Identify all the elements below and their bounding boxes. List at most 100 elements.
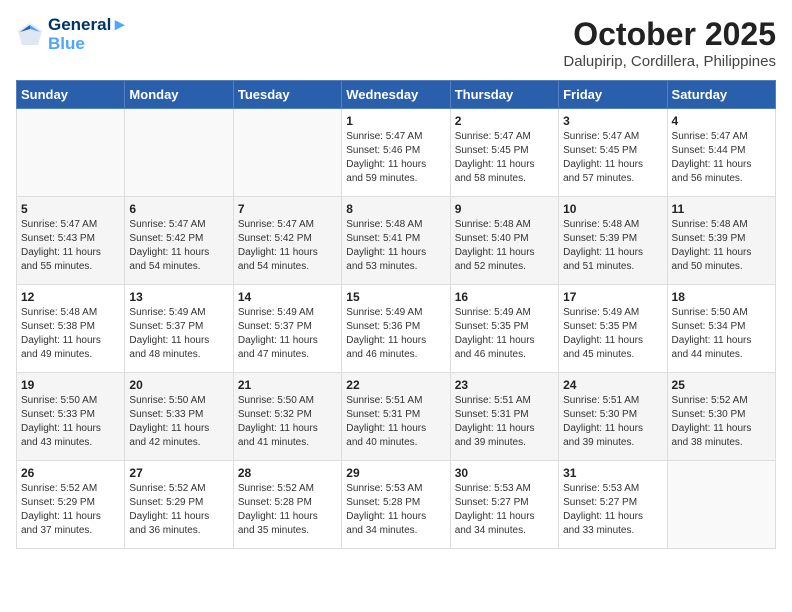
cell-sun-info: Sunrise: 5:47 AM Sunset: 5:46 PM Dayligh… <box>346 130 445 186</box>
day-number: 11 <box>672 202 771 216</box>
calendar-cell: 13 Sunrise: 5:49 AM Sunset: 5:37 PM Dayli… <box>125 285 233 373</box>
cell-sun-info: Sunrise: 5:50 AM Sunset: 5:33 PM Dayligh… <box>129 394 228 450</box>
cell-sun-info: Sunrise: 5:49 AM Sunset: 5:37 PM Dayligh… <box>238 306 337 362</box>
calendar-cell <box>17 109 125 197</box>
calendar-cell <box>667 461 775 549</box>
cell-sun-info: Sunrise: 5:48 AM Sunset: 5:39 PM Dayligh… <box>563 218 662 274</box>
day-number: 10 <box>563 202 662 216</box>
day-number: 3 <box>563 114 662 128</box>
calendar-cell: 30 Sunrise: 5:53 AM Sunset: 5:27 PM Dayli… <box>450 461 558 549</box>
logo-text: General► Blue <box>48 16 128 53</box>
day-number: 18 <box>672 290 771 304</box>
calendar-cell: 21 Sunrise: 5:50 AM Sunset: 5:32 PM Dayli… <box>233 373 341 461</box>
cell-sun-info: Sunrise: 5:52 AM Sunset: 5:28 PM Dayligh… <box>238 482 337 538</box>
calendar-week-row: 5Sunrise: 5:47 AM Sunset: 5:43 PM Daylig… <box>17 197 776 285</box>
logo-icon <box>16 21 44 49</box>
day-number: 31 <box>563 466 662 480</box>
day-of-week-header: Friday <box>559 81 667 109</box>
location: Dalupirip, Cordillera, Philippines <box>563 53 776 70</box>
page-header: General► Blue October 2025 Dalupirip, Co… <box>16 16 776 70</box>
calendar-week-row: 12 Sunrise: 5:48 AM Sunset: 5:38 PM Dayli… <box>17 285 776 373</box>
calendar-cell: 15Sunrise: 5:49 AM Sunset: 5:36 PM Dayli… <box>342 285 450 373</box>
day-number: 15 <box>346 290 445 304</box>
day-number: 27 <box>129 466 228 480</box>
cell-sun-info: Sunrise: 5:49 AM Sunset: 5:35 PM Dayligh… <box>563 306 662 362</box>
calendar-cell: 28Sunrise: 5:52 AM Sunset: 5:28 PM Dayli… <box>233 461 341 549</box>
calendar-header-row: SundayMondayTuesdayWednesdayThursdayFrid… <box>17 81 776 109</box>
day-number: 7 <box>238 202 337 216</box>
day-number: 8 <box>346 202 445 216</box>
cell-sun-info: Sunrise: 5:52 AM Sunset: 5:29 PM Dayligh… <box>129 482 228 538</box>
calendar-cell: 5Sunrise: 5:47 AM Sunset: 5:43 PM Daylig… <box>17 197 125 285</box>
calendar-cell: 29Sunrise: 5:53 AM Sunset: 5:28 PM Dayli… <box>342 461 450 549</box>
calendar-cell: 22Sunrise: 5:51 AM Sunset: 5:31 PM Dayli… <box>342 373 450 461</box>
calendar-cell: 8 Sunrise: 5:48 AM Sunset: 5:41 PM Daylig… <box>342 197 450 285</box>
day-of-week-header: Saturday <box>667 81 775 109</box>
day-number: 1 <box>346 114 445 128</box>
cell-sun-info: Sunrise: 5:48 AM Sunset: 5:41 PM Dayligh… <box>346 218 445 274</box>
cell-sun-info: Sunrise: 5:47 AM Sunset: 5:42 PM Dayligh… <box>129 218 228 274</box>
day-number: 14 <box>238 290 337 304</box>
cell-sun-info: Sunrise: 5:47 AM Sunset: 5:44 PM Dayligh… <box>672 130 771 186</box>
day-number: 25 <box>672 378 771 392</box>
day-number: 21 <box>238 378 337 392</box>
day-of-week-header: Thursday <box>450 81 558 109</box>
day-of-week-header: Sunday <box>17 81 125 109</box>
calendar-cell: 3 Sunrise: 5:47 AM Sunset: 5:45 PM Daylig… <box>559 109 667 197</box>
calendar-cell: 6 Sunrise: 5:47 AM Sunset: 5:42 PM Daylig… <box>125 197 233 285</box>
cell-sun-info: Sunrise: 5:47 AM Sunset: 5:45 PM Dayligh… <box>455 130 554 186</box>
day-number: 4 <box>672 114 771 128</box>
cell-sun-info: Sunrise: 5:48 AM Sunset: 5:39 PM Dayligh… <box>672 218 771 274</box>
day-of-week-header: Wednesday <box>342 81 450 109</box>
calendar-cell: 20 Sunrise: 5:50 AM Sunset: 5:33 PM Dayli… <box>125 373 233 461</box>
calendar-cell: 11 Sunrise: 5:48 AM Sunset: 5:39 PM Dayli… <box>667 197 775 285</box>
calendar-cell: 1 Sunrise: 5:47 AM Sunset: 5:46 PM Daylig… <box>342 109 450 197</box>
day-number: 20 <box>129 378 228 392</box>
cell-sun-info: Sunrise: 5:53 AM Sunset: 5:27 PM Dayligh… <box>563 482 662 538</box>
calendar-cell: 23 Sunrise: 5:51 AM Sunset: 5:31 PM Dayli… <box>450 373 558 461</box>
cell-sun-info: Sunrise: 5:53 AM Sunset: 5:27 PM Dayligh… <box>455 482 554 538</box>
calendar-table: SundayMondayTuesdayWednesdayThursdayFrid… <box>16 80 776 549</box>
cell-sun-info: Sunrise: 5:49 AM Sunset: 5:37 PM Dayligh… <box>129 306 228 362</box>
day-number: 16 <box>455 290 554 304</box>
calendar-cell: 17 Sunrise: 5:49 AM Sunset: 5:35 PM Dayli… <box>559 285 667 373</box>
day-number: 13 <box>129 290 228 304</box>
calendar-cell <box>233 109 341 197</box>
cell-sun-info: Sunrise: 5:47 AM Sunset: 5:43 PM Dayligh… <box>21 218 120 274</box>
day-number: 12 <box>21 290 120 304</box>
day-number: 17 <box>563 290 662 304</box>
cell-sun-info: Sunrise: 5:47 AM Sunset: 5:42 PM Dayligh… <box>238 218 337 274</box>
cell-sun-info: Sunrise: 5:48 AM Sunset: 5:38 PM Dayligh… <box>21 306 120 362</box>
day-number: 26 <box>21 466 120 480</box>
calendar-cell: 12 Sunrise: 5:48 AM Sunset: 5:38 PM Dayli… <box>17 285 125 373</box>
cell-sun-info: Sunrise: 5:51 AM Sunset: 5:30 PM Dayligh… <box>563 394 662 450</box>
day-of-week-header: Monday <box>125 81 233 109</box>
calendar-cell: 4 Sunrise: 5:47 AM Sunset: 5:44 PM Daylig… <box>667 109 775 197</box>
calendar-cell: 14 Sunrise: 5:49 AM Sunset: 5:37 PM Dayli… <box>233 285 341 373</box>
cell-sun-info: Sunrise: 5:47 AM Sunset: 5:45 PM Dayligh… <box>563 130 662 186</box>
calendar-cell: 18 Sunrise: 5:50 AM Sunset: 5:34 PM Dayli… <box>667 285 775 373</box>
cell-sun-info: Sunrise: 5:48 AM Sunset: 5:40 PM Dayligh… <box>455 218 554 274</box>
day-number: 6 <box>129 202 228 216</box>
cell-sun-info: Sunrise: 5:51 AM Sunset: 5:31 PM Dayligh… <box>455 394 554 450</box>
cell-sun-info: Sunrise: 5:50 AM Sunset: 5:34 PM Dayligh… <box>672 306 771 362</box>
day-number: 2 <box>455 114 554 128</box>
day-number: 19 <box>21 378 120 392</box>
day-number: 24 <box>563 378 662 392</box>
calendar-cell: 10 Sunrise: 5:48 AM Sunset: 5:39 PM Dayli… <box>559 197 667 285</box>
logo: General► Blue <box>16 16 128 53</box>
day-number: 9 <box>455 202 554 216</box>
calendar-cell: 9 Sunrise: 5:48 AM Sunset: 5:40 PM Daylig… <box>450 197 558 285</box>
calendar-week-row: 19 Sunrise: 5:50 AM Sunset: 5:33 PM Dayli… <box>17 373 776 461</box>
cell-sun-info: Sunrise: 5:51 AM Sunset: 5:31 PM Dayligh… <box>346 394 445 450</box>
calendar-cell: 19Sunrise: 5:50 AM Sunset: 5:33 PM Dayli… <box>17 373 125 461</box>
day-number: 23 <box>455 378 554 392</box>
month-title: October 2025 <box>563 16 776 53</box>
calendar-cell: 24 Sunrise: 5:51 AM Sunset: 5:30 PM Dayli… <box>559 373 667 461</box>
day-of-week-header: Tuesday <box>233 81 341 109</box>
day-number: 30 <box>455 466 554 480</box>
calendar-cell: 25Sunrise: 5:52 AM Sunset: 5:30 PM Dayli… <box>667 373 775 461</box>
calendar-week-row: 1 Sunrise: 5:47 AM Sunset: 5:46 PM Daylig… <box>17 109 776 197</box>
cell-sun-info: Sunrise: 5:50 AM Sunset: 5:32 PM Dayligh… <box>238 394 337 450</box>
calendar-cell: 16Sunrise: 5:49 AM Sunset: 5:35 PM Dayli… <box>450 285 558 373</box>
